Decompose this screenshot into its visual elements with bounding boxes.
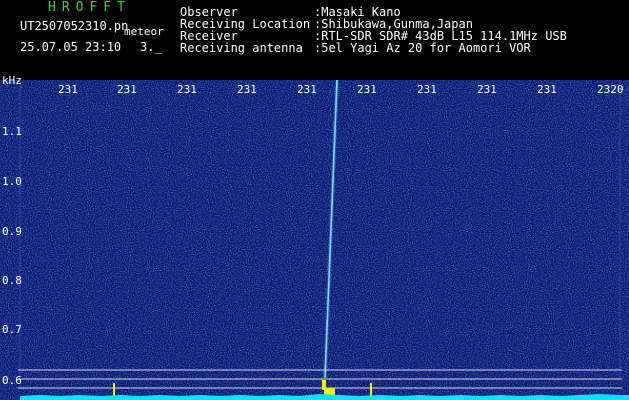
datetime: 25.07.05 23:10 (20, 40, 122, 54)
app-logo: HROFFT (48, 0, 131, 15)
x-tick-label: 231 (237, 83, 257, 96)
x-tick-label: 2320 (597, 83, 624, 96)
detection-label: meteor (124, 25, 164, 38)
marker-center-peak (322, 380, 326, 390)
antenna-label: Receiving antenna (180, 41, 303, 55)
y-tick-label: 0.7 (2, 323, 22, 336)
spectrogram-noise (0, 80, 629, 400)
x-tick-label: 231 (417, 83, 437, 96)
marker-right (370, 383, 372, 397)
y-axis-unit: kHz (2, 74, 22, 87)
x-tick-label: 231 (477, 83, 497, 96)
filename: UT2507052310.pn (20, 19, 129, 33)
antenna-value: :5el Yagi Az 20 for Aomori VOR (314, 41, 531, 55)
marker-left (113, 383, 115, 397)
spectrogram (0, 80, 629, 400)
y-tick-label: 0.6 (2, 374, 22, 387)
y-tick-label: 1.0 (2, 175, 22, 188)
detection-count: 3._ (140, 40, 162, 54)
y-tick-label: 1.1 (2, 125, 22, 138)
x-tick-label: 231 (357, 83, 377, 96)
y-tick-label: 0.9 (2, 225, 22, 238)
x-tick-label: 231 (117, 83, 137, 96)
header: HROFFT UT2507052310.pn meteor 25.07.05 2… (0, 0, 629, 80)
x-tick-label: 231 (297, 83, 317, 96)
x-tick-label: 231 (177, 83, 197, 96)
y-tick-label: 0.8 (2, 274, 22, 287)
x-tick-label: 231 (58, 83, 78, 96)
x-tick-label: 231 (537, 83, 557, 96)
